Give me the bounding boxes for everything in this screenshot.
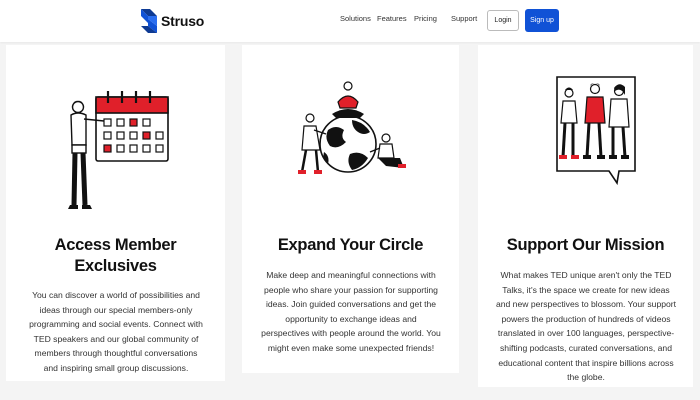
signup-button[interactable]: Sign up xyxy=(525,9,559,32)
speech-bubble-people-illustration xyxy=(556,76,636,186)
card-description: What makes TED unique aren't only the TE… xyxy=(495,270,677,383)
calendar-person-illustration xyxy=(68,91,169,209)
nav-link-support[interactable]: Support xyxy=(451,14,477,23)
struso-logo-icon xyxy=(141,9,157,33)
top-navbar: Struso Solutions Features Pricing Suppor… xyxy=(0,0,700,42)
card-title: Expand Your Circle xyxy=(277,236,424,254)
card-title: Access Member Exclusives xyxy=(54,236,177,275)
brand-logo[interactable]: Struso xyxy=(140,8,204,34)
card-member-exclusives: Access Member Exclusives You can discove… xyxy=(6,45,225,381)
card-description: You can discover a world of possibilitie… xyxy=(29,290,203,373)
people-around-globe-illustration xyxy=(298,81,406,174)
login-button[interactable]: Login xyxy=(487,10,519,31)
card-title: Support Our Mission xyxy=(506,236,665,254)
nav-link-solutions[interactable]: Solutions xyxy=(340,14,371,23)
card-description: Make deep and meaningful connections wit… xyxy=(261,270,441,353)
card-expand-circle: Expand Your Circle Make deep and meaning… xyxy=(242,45,459,373)
nav-link-pricing[interactable]: Pricing xyxy=(414,14,437,23)
brand-name: Struso xyxy=(161,13,205,29)
card-support-mission: Support Our Mission What makes TED uniqu… xyxy=(478,45,693,387)
nav-link-features[interactable]: Features xyxy=(377,14,407,23)
